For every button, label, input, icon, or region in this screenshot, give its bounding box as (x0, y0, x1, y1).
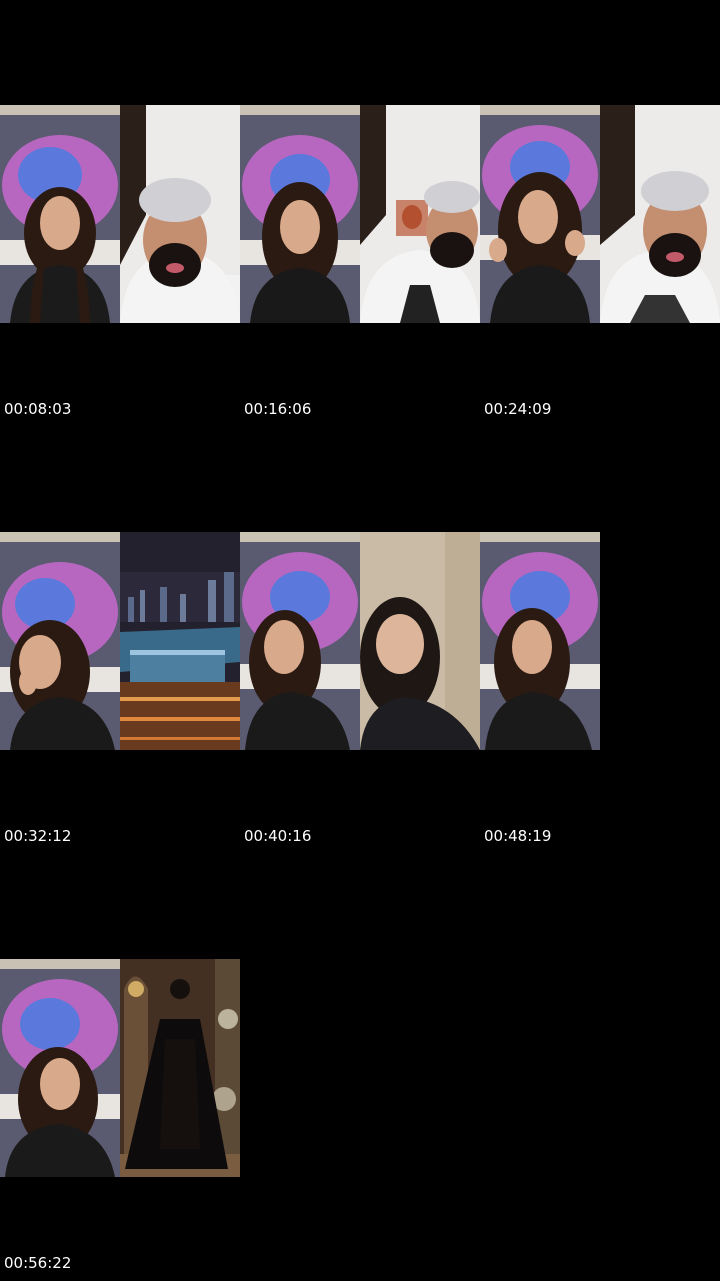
city-night-thumbnail (120, 532, 240, 750)
man-white-thumbnail (120, 105, 240, 323)
dress-palace-thumbnail (120, 959, 240, 1177)
timestamp: 00:08:03 (4, 400, 72, 418)
woman-galaxy-thumbnail (0, 959, 120, 1177)
woman-galaxy-thumbnail (240, 532, 360, 750)
thumbnail-frame[interactable] (120, 105, 240, 323)
woman-plain-thumbnail (360, 532, 480, 750)
thumbnail-frame[interactable] (240, 105, 360, 323)
woman-galaxy-thumbnail (480, 105, 600, 323)
thumbnail-frame[interactable] (240, 532, 360, 750)
thumbnail-frame[interactable] (0, 532, 120, 750)
man-white-thumbnail (600, 105, 720, 323)
thumbnail-frame[interactable] (0, 959, 120, 1177)
thumbnail-frame[interactable] (0, 105, 120, 323)
thumbnail-frame[interactable] (120, 532, 240, 750)
timestamp: 00:56:22 (4, 1254, 72, 1272)
thumbnail-frame[interactable] (120, 959, 240, 1177)
man-art-thumbnail (360, 105, 480, 323)
woman-galaxy-thumbnail (0, 105, 120, 323)
timestamp: 00:24:09 (484, 400, 552, 418)
thumbnail-frame[interactable] (360, 532, 480, 750)
timestamp: 00:48:19 (484, 827, 552, 845)
thumbnail-frame[interactable] (360, 105, 480, 323)
timestamp: 00:16:06 (244, 400, 312, 418)
timestamp: 00:32:12 (4, 827, 72, 845)
woman-galaxy-thumbnail (480, 532, 600, 750)
woman-galaxy-thumbnail (240, 105, 360, 323)
thumbnail-frame[interactable] (480, 532, 600, 750)
thumbnail-frame[interactable] (600, 105, 720, 323)
thumbnail-frame[interactable] (480, 105, 600, 323)
woman-galaxy-thumbnail (0, 532, 120, 750)
timestamp: 00:40:16 (244, 827, 312, 845)
